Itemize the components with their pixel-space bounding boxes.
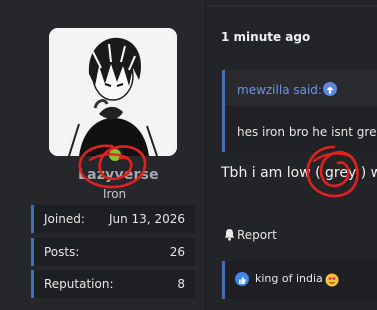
stat-label: Posts: (44, 245, 80, 259)
bell-icon (223, 228, 236, 241)
quote-text: hes iron bro he isnt grey (237, 125, 377, 139)
user-rank: Iron (103, 187, 127, 201)
like-reaction-icon[interactable] (235, 272, 249, 286)
stat-row-joined: Joined: Jun 13, 2026 (31, 205, 195, 233)
stat-value: 8 (177, 277, 185, 291)
quote-block: mewzilla said: hes iron bro he isnt grey (222, 70, 377, 152)
quote-header: mewzilla said: (225, 70, 377, 106)
report-label: Report (237, 228, 277, 242)
stat-label: Reputation: (44, 277, 114, 291)
quote-author-link[interactable]: mewzilla said: (237, 83, 322, 97)
stat-row-posts: Posts: 26 (31, 238, 195, 266)
online-status-indicator (107, 147, 123, 163)
message-body: Tbh i am low ( grey ) wil (221, 165, 377, 181)
avatar[interactable] (49, 28, 177, 156)
column-divider (205, 0, 206, 310)
stat-value: Jun 13, 2026 (108, 212, 185, 226)
post-timestamp[interactable]: 1 minute ago (221, 30, 310, 44)
reaction-bar: king of india (222, 261, 377, 299)
stat-label: Joined: (44, 212, 85, 226)
reaction-users-link[interactable]: king of india (255, 272, 323, 285)
love-reaction-icon[interactable] (325, 272, 339, 287)
avatar-image (49, 28, 177, 156)
jump-to-quote-icon[interactable] (323, 82, 337, 96)
stat-row-reputation: Reputation: 8 (31, 270, 195, 298)
stat-value: 26 (169, 245, 185, 259)
report-button[interactable]: Report (223, 228, 277, 242)
username[interactable]: Lazyverse (78, 167, 159, 183)
